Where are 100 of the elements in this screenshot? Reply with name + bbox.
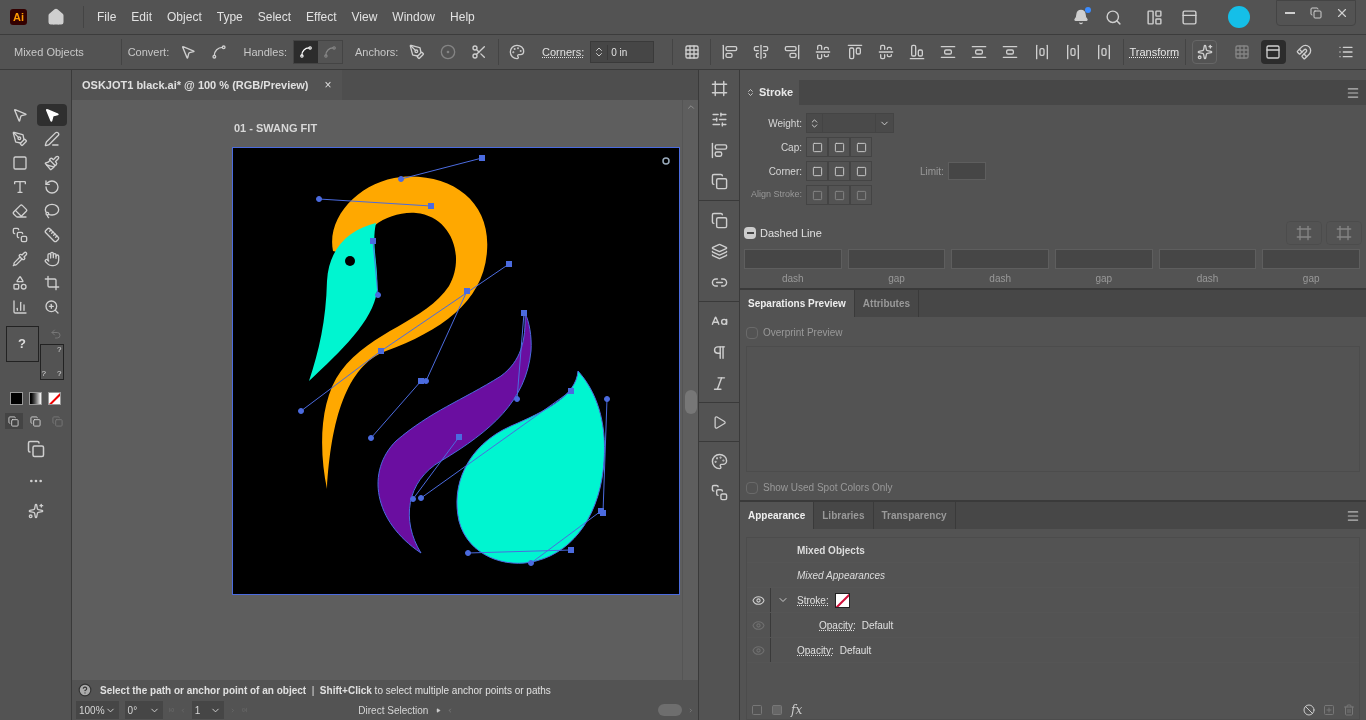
app-logo[interactable]: Ai bbox=[10, 9, 27, 25]
panel-tab[interactable]: Separations Preview bbox=[740, 290, 855, 317]
snap-pixel-button[interactable] bbox=[1260, 40, 1286, 64]
appearance-title: Mixed Objects bbox=[797, 543, 865, 558]
sliders-icon bbox=[710, 110, 728, 128]
menu-item[interactable]: Object bbox=[160, 8, 209, 26]
handles-toggle[interactable] bbox=[294, 41, 318, 63]
magnet-icon bbox=[1296, 44, 1313, 60]
stroke-option-button[interactable] bbox=[806, 137, 828, 157]
notification-bell-icon[interactable] bbox=[1073, 9, 1089, 25]
draw-mode-icon bbox=[8, 415, 19, 427]
limit-field[interactable] bbox=[947, 162, 986, 180]
stepper-icon bbox=[746, 88, 755, 97]
stroke-option-button[interactable] bbox=[850, 137, 872, 157]
stroke-option-button[interactable] bbox=[828, 161, 850, 181]
color-swatch[interactable] bbox=[10, 392, 23, 405]
anchors-label: Anchors: bbox=[355, 44, 399, 60]
home-icon[interactable] bbox=[47, 8, 65, 26]
align-icon bbox=[1095, 44, 1112, 60]
draw-mode-button[interactable] bbox=[4, 413, 23, 429]
stroke-option-button[interactable] bbox=[850, 161, 872, 181]
eye-icon[interactable] bbox=[752, 593, 765, 607]
menu-item[interactable]: Effect bbox=[299, 8, 344, 26]
dash-field[interactable] bbox=[1158, 249, 1257, 269]
dash-field[interactable] bbox=[847, 249, 946, 269]
dashed-line-checkbox[interactable] bbox=[744, 227, 756, 239]
rotation-dropdown[interactable]: 0° bbox=[124, 701, 163, 719]
grid-icon bbox=[683, 44, 700, 60]
artboard-dropdown[interactable]: 1 bbox=[191, 701, 224, 719]
workspace-icon[interactable] bbox=[1146, 8, 1163, 26]
menu-item[interactable]: Edit bbox=[124, 8, 160, 26]
status-tip: Select the path or anchor point of an object | Shift+Click to select multiple anchor points or paths bbox=[100, 683, 551, 698]
artboard[interactable] bbox=[232, 147, 680, 595]
ruler-icon bbox=[43, 227, 60, 243]
none-swatch[interactable] bbox=[834, 592, 850, 608]
clear-icon[interactable] bbox=[1303, 704, 1315, 716]
cursor-icon bbox=[179, 44, 196, 60]
dash-label: gap bbox=[1095, 272, 1113, 286]
panel-tab[interactable]: Libraries bbox=[814, 502, 874, 529]
scrollbar-thumb[interactable] bbox=[658, 704, 683, 716]
none-swatch[interactable] bbox=[48, 392, 61, 405]
target-icon[interactable] bbox=[662, 157, 670, 165]
menu-item[interactable]: File bbox=[90, 8, 124, 26]
limit-label: Limit: bbox=[920, 164, 944, 179]
search-icon[interactable] bbox=[1105, 8, 1122, 26]
align-stroke-label: Align Stroke: bbox=[749, 188, 802, 202]
panel-menu-icon[interactable] bbox=[1346, 508, 1360, 523]
fx-button[interactable]: fx bbox=[791, 701, 803, 719]
grid-icon bbox=[1234, 44, 1250, 60]
menu-item[interactable]: Window bbox=[385, 8, 443, 26]
menu-item[interactable]: Select bbox=[250, 8, 299, 26]
panel-tab[interactable]: Transparency bbox=[873, 502, 956, 529]
close-tab-button[interactable]: × bbox=[324, 76, 332, 94]
transform-link[interactable]: Transform bbox=[1129, 43, 1180, 61]
corners-field[interactable]: 0 in bbox=[590, 41, 655, 63]
fill-swatch[interactable]: ? bbox=[5, 326, 39, 362]
menu-item[interactable]: Type bbox=[209, 8, 250, 26]
avatar[interactable] bbox=[1228, 6, 1250, 28]
align-icon bbox=[721, 44, 738, 60]
attribute-label[interactable]: Stroke: bbox=[797, 592, 829, 608]
scrollbar-thumb[interactable] bbox=[684, 390, 697, 414]
stroke-swatch[interactable]: ? ? ? bbox=[39, 344, 64, 380]
dash-field[interactable] bbox=[951, 249, 1049, 269]
panel-menu-icon[interactable] bbox=[1346, 85, 1360, 100]
appearance-subtitle: Mixed Appearances bbox=[797, 568, 885, 583]
sparkle-button[interactable] bbox=[1192, 40, 1218, 64]
align-icon bbox=[877, 44, 894, 60]
chart-icon bbox=[11, 299, 28, 315]
attribute-label[interactable]: Opacity: bbox=[797, 642, 834, 658]
menu-item[interactable]: View bbox=[344, 8, 385, 26]
pen-icon bbox=[11, 131, 28, 147]
zoom-icon bbox=[43, 299, 60, 315]
lasso-icon bbox=[43, 203, 60, 219]
stroke-option-button[interactable] bbox=[806, 161, 828, 181]
window-icon[interactable] bbox=[1181, 8, 1198, 26]
corners-label[interactable]: Corners: bbox=[542, 43, 585, 61]
dash-field[interactable] bbox=[744, 249, 842, 269]
dash-field[interactable] bbox=[1055, 249, 1153, 269]
square-icon bbox=[811, 165, 823, 177]
panel-icon bbox=[1265, 44, 1282, 60]
current-tool-label: Direct Selection bbox=[357, 703, 430, 718]
eraser-icon bbox=[11, 203, 28, 219]
zoom-dropdown[interactable]: 100% bbox=[76, 701, 119, 719]
document-tab[interactable]: OSKJOT1 black.ai* @ 100 % (RGB/Preview) × bbox=[72, 70, 342, 100]
stroke-tab[interactable]: Stroke bbox=[740, 80, 800, 105]
gradient-swatch[interactable] bbox=[29, 392, 42, 405]
tool-button[interactable] bbox=[36, 104, 67, 126]
dash-field[interactable] bbox=[1262, 249, 1361, 269]
panel-tab[interactable]: Appearance bbox=[740, 502, 815, 529]
square-icon bbox=[11, 155, 28, 171]
panel-tab[interactable]: Attributes bbox=[854, 290, 920, 317]
close-icon bbox=[1335, 6, 1349, 20]
stepper-icon[interactable] bbox=[809, 117, 820, 129]
menu-item[interactable]: Help bbox=[443, 8, 482, 26]
sparkle-icon bbox=[1196, 44, 1213, 60]
play-icon[interactable] bbox=[435, 705, 441, 715]
attribute-label[interactable]: Opacity: bbox=[819, 617, 856, 633]
corner-label: Corner: bbox=[767, 164, 802, 179]
weight-field[interactable] bbox=[806, 113, 894, 133]
stroke-option-button[interactable] bbox=[828, 137, 850, 157]
